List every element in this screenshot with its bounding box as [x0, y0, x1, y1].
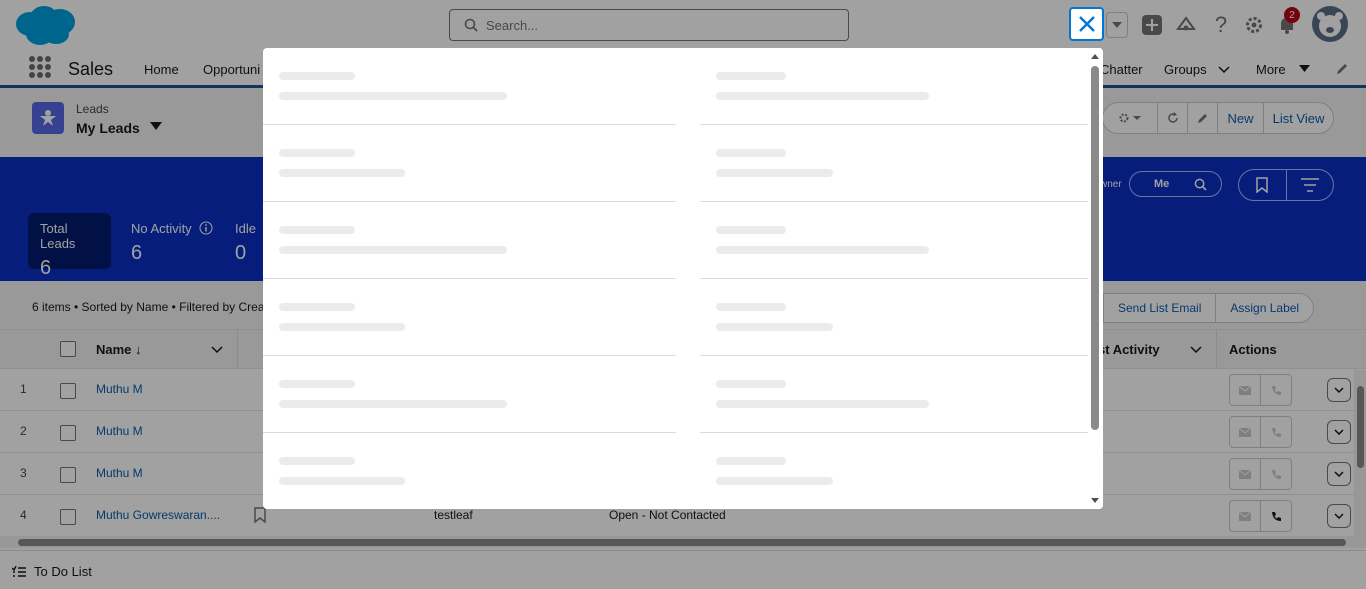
- close-modal-button[interactable]: [1069, 7, 1104, 41]
- skeleton-field: [700, 202, 1088, 279]
- skeleton-field: [263, 279, 676, 356]
- close-icon: [1078, 16, 1095, 32]
- skeleton-field: [700, 433, 1088, 509]
- skeleton-field: [263, 48, 676, 125]
- skeleton-field: [263, 356, 676, 433]
- skeleton-field: [700, 125, 1088, 202]
- skeleton-field: [700, 279, 1088, 356]
- scroll-thumb[interactable]: [1091, 66, 1099, 430]
- loading-modal: [263, 48, 1103, 509]
- scroll-up-arrow[interactable]: [1091, 54, 1099, 59]
- scroll-down-arrow[interactable]: [1091, 498, 1099, 503]
- skeleton-field: [263, 202, 676, 279]
- skeleton-field: [700, 48, 1088, 125]
- skeleton-field: [263, 433, 676, 509]
- skeleton-field: [700, 356, 1088, 433]
- skeleton-field: [263, 125, 676, 202]
- modal-scrollbar[interactable]: [1088, 48, 1103, 509]
